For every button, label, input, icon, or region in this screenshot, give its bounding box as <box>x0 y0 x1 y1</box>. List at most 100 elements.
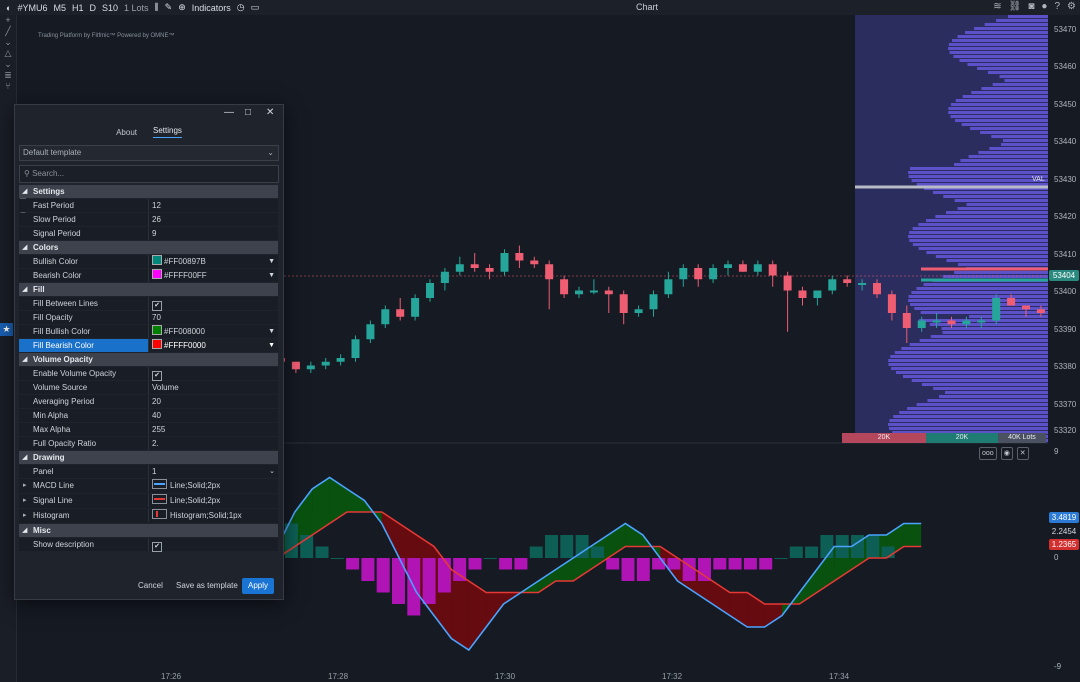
fib-tool-icon[interactable]: ≣ <box>0 70 16 81</box>
slow-period-input[interactable]: 26 <box>148 213 278 226</box>
prop-enable-volume-opacity[interactable]: Enable Volume Opacity ✔ <box>19 367 278 381</box>
averaging-period-input[interactable]: 20 <box>148 395 278 408</box>
volume-source-select[interactable]: Volume <box>148 381 278 394</box>
close-icon[interactable]: ✕ <box>266 107 274 118</box>
chart-type-icon[interactable]: ⫼ <box>155 2 159 13</box>
prop-slow-period[interactable]: Slow Period 26 <box>19 213 278 226</box>
signal-period-input[interactable]: 9 <box>148 227 278 240</box>
help-icon[interactable]: ? <box>1054 1 1060 12</box>
fast-period-input[interactable]: 12 <box>148 199 278 212</box>
histogram-style[interactable]: Histogram;Solid;1px <box>148 509 278 522</box>
timeframe-s10[interactable]: S10 <box>102 3 118 13</box>
gear-icon[interactable]: ⚙ <box>1067 1 1076 12</box>
price-axis[interactable]: 53470 53460 53450 53440 53430 53420 5341… <box>1032 15 1080 682</box>
prop-signal-line[interactable]: ▸ Signal Line Line;Solid;2px <box>19 494 278 508</box>
fill-opacity-input[interactable]: 70 <box>148 311 278 324</box>
alert-icon[interactable]: ● <box>1041 1 1047 12</box>
max-alpha-input[interactable]: 255 <box>148 423 278 436</box>
category-fill[interactable]: ◢ Fill <box>19 283 278 296</box>
prop-min-alpha[interactable]: Min Alpha 40 <box>19 409 278 422</box>
category-misc[interactable]: ◢ Misc <box>19 524 278 537</box>
close-panel-icon[interactable]: ✕ <box>1016 447 1029 460</box>
prop-fill-opacity[interactable]: Fill Opacity 70 <box>19 311 278 324</box>
shape-tool-icon[interactable]: △ <box>0 48 16 59</box>
category-drawing[interactable]: ◢ Drawing <box>19 451 278 464</box>
prop-bearish-color[interactable]: Bearish Color #FFFF00FF ▼ <box>19 269 278 282</box>
prop-full-opacity-ratio[interactable]: Full Opacity Ratio 2. <box>19 437 278 450</box>
zoom-icon[interactable]: ⊕ <box>178 2 186 13</box>
favorite-star-icon[interactable]: ★ <box>0 323 13 336</box>
enable-volume-opacity-checkbox[interactable]: ✔ <box>152 371 162 381</box>
prop-max-alpha[interactable]: Max Alpha 255 <box>19 423 278 436</box>
chevron-down-icon[interactable]: ⌄ <box>269 465 275 478</box>
bullish-color-picker[interactable]: #FF00897B ▼ <box>148 255 278 268</box>
chevron-down-icon-2[interactable]: ⌄ <box>0 59 16 70</box>
camera-icon[interactable]: ◙ <box>1028 1 1034 12</box>
layers-icon[interactable]: ≋ <box>993 1 1001 12</box>
draw-tool-icon[interactable]: ✎ <box>165 2 173 13</box>
panel-select[interactable]: 1 ⌄ <box>148 465 278 478</box>
timeframe-d[interactable]: D <box>89 3 96 13</box>
bearish-color-picker[interactable]: #FFFF00FF ▼ <box>148 269 278 282</box>
volume-profile-bar <box>968 155 1048 158</box>
fill-bullish-color-picker[interactable]: #FF008000 ▼ <box>148 325 278 338</box>
category-volume-opacity[interactable]: ◢ Volume Opacity <box>19 353 278 366</box>
prop-fill-between-lines[interactable]: Fill Between Lines ✔ <box>19 297 278 311</box>
expand-icon[interactable]: ▸ <box>23 509 27 522</box>
fill-between-checkbox[interactable]: ✔ <box>152 301 162 311</box>
expand-icon[interactable]: ▸ <box>23 494 27 507</box>
layout-icon[interactable]: ▭ <box>251 2 260 13</box>
indicators-button[interactable]: Indicators <box>192 3 231 13</box>
dropdown-arrow-icon[interactable]: ▼ <box>268 339 275 352</box>
panel-more-button[interactable]: ooo <box>979 447 997 460</box>
dropdown-arrow-icon[interactable]: ▼ <box>268 325 275 338</box>
dropdown-arrow-icon[interactable]: ▼ <box>268 269 275 282</box>
macd-line-style[interactable]: Line;Solid;2px <box>148 479 278 492</box>
histogram-value-tag: 1.2365 <box>1049 539 1079 550</box>
app-logo-icon[interactable]: ◐ <box>6 3 11 13</box>
cursor-icon[interactable]: + <box>0 15 16 26</box>
search-input[interactable]: ⚲ Search... <box>19 165 279 183</box>
prop-fill-bullish-color[interactable]: Fill Bullish Color #FF008000 ▼ <box>19 325 278 338</box>
prop-panel[interactable]: Panel 1 ⌄ <box>19 465 278 478</box>
tab-about[interactable]: About <box>116 128 137 137</box>
lots-input[interactable]: 1 Lots <box>124 3 149 13</box>
apply-button[interactable]: Apply <box>242 578 275 594</box>
link-icon[interactable]: ⛓ <box>1009 1 1022 12</box>
prop-show-description[interactable]: Show description ✔ <box>19 538 278 552</box>
prop-volume-source[interactable]: Volume Source Volume <box>19 381 278 394</box>
save-template-button[interactable]: Save as template <box>176 578 238 594</box>
dropdown-arrow-icon[interactable]: ▼ <box>268 255 275 268</box>
prop-macd-line[interactable]: ▸ MACD Line Line;Solid;2px <box>19 479 278 493</box>
category-settings[interactable]: ◢ Settings <box>19 185 278 198</box>
signal-line-style[interactable]: Line;Solid;2px <box>148 494 278 507</box>
maximize-icon[interactable]: □ <box>245 107 251 118</box>
branch-tool-icon[interactable]: ⑂ <box>0 81 16 92</box>
clock-icon[interactable]: ◷ <box>237 2 245 13</box>
expand-icon[interactable]: ▸ <box>23 479 27 492</box>
symbol-selector[interactable]: #YMU6 <box>17 3 47 13</box>
eye-icon[interactable]: ◉ <box>1000 447 1013 460</box>
timeframe-m5[interactable]: M5 <box>53 3 66 13</box>
prop-histogram[interactable]: ▸ Histogram Histogram;Solid;1px <box>19 509 278 523</box>
chevron-down-icon[interactable]: ⌄ <box>0 37 16 48</box>
category-colors[interactable]: ◢ Colors <box>19 241 278 254</box>
min-alpha-input[interactable]: 40 <box>148 409 278 422</box>
prop-fast-period[interactable]: Fast Period 12 <box>19 199 278 212</box>
template-select[interactable]: Default template ⌄ <box>19 145 279 161</box>
histogram-bar <box>315 546 329 558</box>
full-opacity-ratio-input[interactable]: 2. <box>148 437 278 450</box>
line-style-icon <box>152 479 167 489</box>
volume-profile-bar <box>888 363 1048 366</box>
prop-signal-period[interactable]: Signal Period 9 <box>19 227 278 240</box>
tab-settings[interactable]: Settings <box>153 126 182 138</box>
fill-bearish-color-picker[interactable]: #FFFF0000 ▼ <box>148 339 278 352</box>
prop-bullish-color[interactable]: Bullish Color #FF00897B ▼ <box>19 255 278 268</box>
prop-fill-bearish-color[interactable]: Fill Bearish Color #FFFF0000 ▼ <box>19 339 278 352</box>
line-tool-icon[interactable]: ╱ <box>0 26 16 37</box>
timeframe-h1[interactable]: H1 <box>72 3 84 13</box>
prop-averaging-period[interactable]: Averaging Period 20 <box>19 395 278 408</box>
minimize-icon[interactable]: — <box>224 107 234 118</box>
show-description-checkbox[interactable]: ✔ <box>152 542 162 552</box>
cancel-button[interactable]: Cancel <box>138 578 163 594</box>
